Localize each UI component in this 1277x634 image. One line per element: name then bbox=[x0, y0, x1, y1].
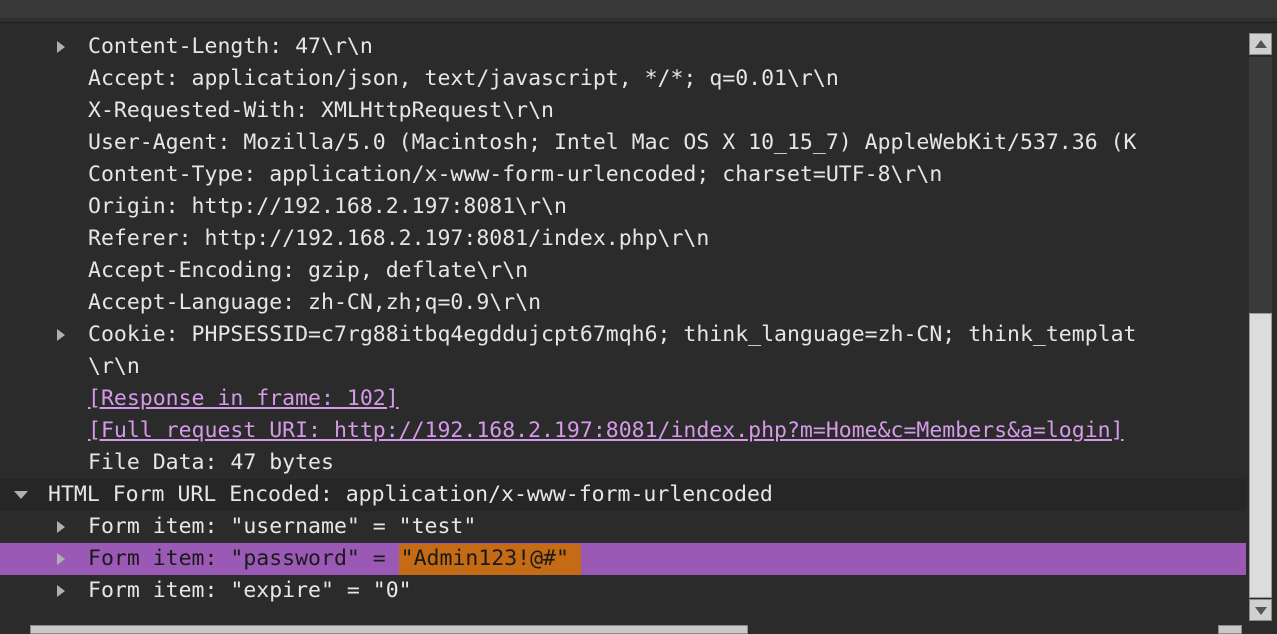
row-text: Form item: "expire" = "0" bbox=[88, 578, 412, 603]
tree-row-accept[interactable]: Accept: application/json, text/javascrip… bbox=[0, 63, 1246, 95]
tree-row-x-requested-with[interactable]: X-Requested-With: XMLHttpRequest\r\n bbox=[0, 95, 1246, 127]
expand-triangle-icon[interactable] bbox=[57, 329, 65, 341]
section-text: HTML Form URL Encoded: application/x-www… bbox=[48, 482, 773, 507]
vertical-scrollbar[interactable] bbox=[1246, 31, 1277, 623]
packet-details-tree: Content-Length: 47\r\n Accept: applicati… bbox=[0, 31, 1246, 623]
horizontal-scrollbar-thumb[interactable] bbox=[30, 625, 748, 634]
toolbar-divider bbox=[0, 18, 1277, 22]
row-text: Origin: http://192.168.2.197:8081\r\n bbox=[88, 194, 567, 219]
tree-row-content-length[interactable]: Content-Length: 47\r\n bbox=[0, 31, 1246, 63]
tree-row-html-form-section[interactable]: HTML Form URL Encoded: application/x-www… bbox=[0, 479, 1246, 511]
toolbar-area bbox=[0, 0, 1277, 23]
password-value-highlight: "Admin123!@#" bbox=[398, 544, 581, 575]
tree-row-form-item-password[interactable]: Form item: "password" = "Admin123!@#" bbox=[0, 543, 1246, 575]
arrow-down-icon bbox=[1255, 607, 1267, 615]
tree-row-user-agent[interactable]: User-Agent: Mozilla/5.0 (Macintosh; Inte… bbox=[0, 127, 1246, 159]
response-frame-link[interactable]: [Response in frame: 102] bbox=[88, 383, 399, 415]
row-text: Form item: "username" = "test" bbox=[88, 514, 477, 539]
row-text: Accept: application/json, text/javascrip… bbox=[88, 66, 839, 91]
tree-row-accept-encoding[interactable]: Accept-Encoding: gzip, deflate\r\n bbox=[0, 255, 1246, 287]
tree-row-cookie[interactable]: Cookie: PHPSESSID=c7rg88itbq4egddujcpt67… bbox=[0, 319, 1246, 351]
arrow-up-icon bbox=[1255, 40, 1267, 48]
tree-row-content-type[interactable]: Content-Type: application/x-www-form-url… bbox=[0, 159, 1246, 191]
row-text: Accept-Language: zh-CN,zh;q=0.9\r\n bbox=[88, 290, 542, 315]
row-text: X-Requested-With: XMLHttpRequest\r\n bbox=[88, 98, 554, 123]
tree-row-crlf[interactable]: \r\n bbox=[0, 351, 1246, 383]
row-text: Cookie: PHPSESSID=c7rg88itbq4egddujcpt67… bbox=[88, 322, 1137, 347]
row-text: Content-Type: application/x-www-form-url… bbox=[88, 162, 943, 187]
expand-triangle-icon[interactable] bbox=[57, 585, 65, 597]
expand-triangle-icon[interactable] bbox=[57, 553, 65, 565]
row-text: Form item: "password" = "Admin123!@#" bbox=[88, 543, 581, 575]
tree-row-form-item-username[interactable]: Form item: "username" = "test" bbox=[0, 511, 1246, 543]
row-text: \r\n bbox=[88, 354, 140, 379]
horizontal-scrollbar[interactable] bbox=[0, 623, 1246, 634]
collapse-triangle-icon[interactable] bbox=[14, 491, 28, 499]
form-item-prefix: Form item: "password" = bbox=[88, 546, 399, 571]
expand-triangle-icon[interactable] bbox=[57, 41, 65, 53]
tree-row-full-request-uri[interactable]: [Full request URI: http://192.168.2.197:… bbox=[0, 415, 1246, 447]
scroll-down-button[interactable] bbox=[1249, 599, 1272, 621]
row-text: File Data: 47 bytes bbox=[88, 450, 334, 475]
scrollbar-corner bbox=[1246, 623, 1277, 634]
row-text: Referer: http://192.168.2.197:8081/index… bbox=[88, 226, 710, 251]
tree-row-origin[interactable]: Origin: http://192.168.2.197:8081\r\n bbox=[0, 191, 1246, 223]
row-text: Content-Length: 47\r\n bbox=[88, 34, 373, 59]
tree-row-file-data[interactable]: File Data: 47 bytes bbox=[0, 447, 1246, 479]
expand-triangle-icon[interactable] bbox=[57, 521, 65, 533]
tree-row-referer[interactable]: Referer: http://192.168.2.197:8081/index… bbox=[0, 223, 1246, 255]
row-text: User-Agent: Mozilla/5.0 (Macintosh; Inte… bbox=[88, 130, 1137, 155]
scroll-right-button[interactable] bbox=[1218, 625, 1242, 634]
tree-row-response-in-frame[interactable]: [Response in frame: 102] bbox=[0, 383, 1246, 415]
full-request-uri-link[interactable]: [Full request URI: http://192.168.2.197:… bbox=[88, 415, 1124, 447]
tree-row-accept-language[interactable]: Accept-Language: zh-CN,zh;q=0.9\r\n bbox=[0, 287, 1246, 319]
scroll-up-button[interactable] bbox=[1249, 33, 1272, 55]
row-text: Accept-Encoding: gzip, deflate\r\n bbox=[88, 258, 529, 283]
tree-row-form-item-expire[interactable]: Form item: "expire" = "0" bbox=[0, 575, 1246, 607]
scrollbar-thumb[interactable] bbox=[1249, 313, 1272, 598]
